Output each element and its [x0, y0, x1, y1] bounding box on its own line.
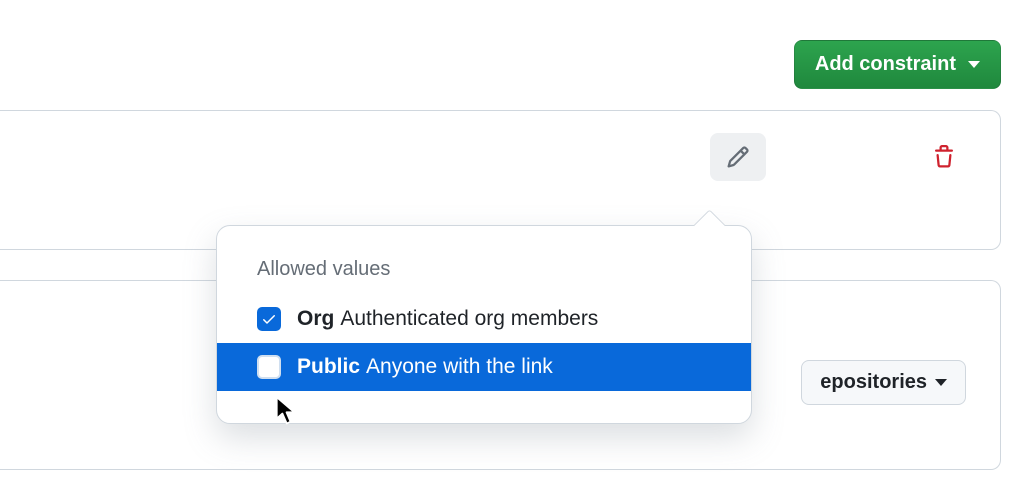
add-constraint-label: Add constraint — [815, 53, 956, 76]
option-label: Org Authenticated org members — [297, 307, 598, 331]
checkbox-checked[interactable] — [257, 307, 281, 331]
option-label: Public Anyone with the link — [297, 355, 553, 379]
option-desc: Authenticated org members — [340, 307, 598, 330]
option-public[interactable]: Public Anyone with the link — [217, 343, 751, 391]
pencil-icon — [726, 145, 750, 169]
edit-button[interactable] — [710, 133, 766, 181]
option-name: Public — [297, 355, 360, 378]
check-icon — [261, 311, 277, 327]
allowed-values-popover: Allowed values Org Authenticated org memb… — [216, 225, 752, 424]
option-org[interactable]: Org Authenticated org members — [217, 295, 751, 343]
option-name: Org — [297, 307, 334, 330]
add-constraint-button[interactable]: Add constraint — [794, 40, 1001, 89]
caret-down-icon — [968, 61, 980, 68]
caret-down-icon — [935, 379, 947, 386]
repositories-dropdown[interactable]: epositories — [801, 360, 966, 405]
repositories-label: epositories — [820, 371, 927, 394]
checkbox-unchecked[interactable] — [257, 355, 281, 379]
delete-button[interactable] — [916, 133, 972, 181]
popover-title: Allowed values — [217, 226, 751, 295]
option-desc: Anyone with the link — [366, 355, 553, 378]
trash-icon — [932, 145, 956, 169]
